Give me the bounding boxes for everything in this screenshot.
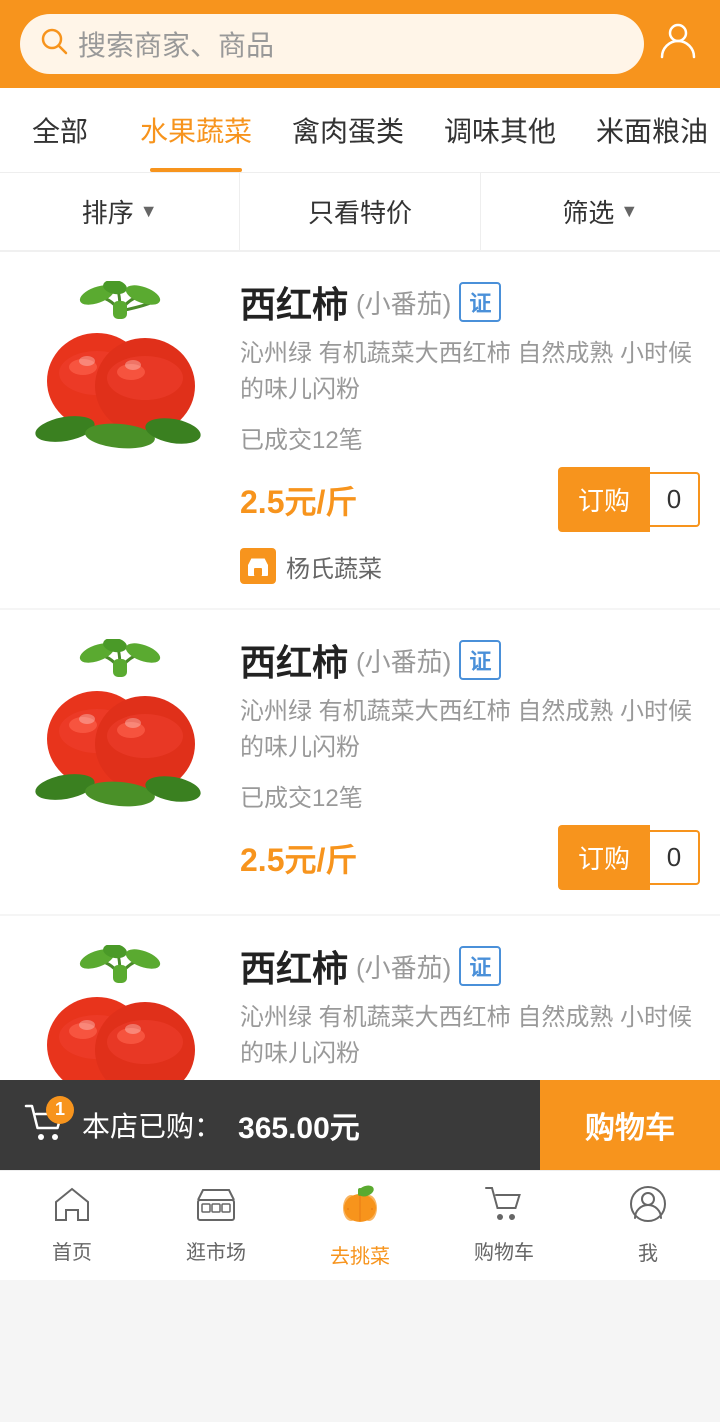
screen-label: 筛选: [562, 193, 614, 230]
store-icon-1: [240, 548, 276, 584]
cert-badge-2: 证: [459, 640, 501, 680]
screen-arrow-icon: ▼: [620, 201, 638, 222]
veggie-icon: [338, 1182, 382, 1236]
nav-home-label: 首页: [52, 1236, 92, 1265]
bottom-nav: 首页 逛市场: [0, 1170, 720, 1280]
product-image-2: [20, 634, 220, 814]
cart-button[interactable]: 购物车: [540, 1080, 720, 1170]
header: 搜索商家、商品: [0, 0, 720, 88]
buy-btn-group-1: 订购 0: [558, 467, 700, 532]
buy-qty-1: 0: [650, 472, 700, 527]
product-price-1: 2.5元/斤: [240, 477, 357, 523]
sort-arrow-icon: ▼: [140, 201, 158, 222]
store-row-1: 杨氏蔬菜: [240, 548, 700, 584]
filter-bar: 排序 ▼ 只看特价 筛选 ▼: [0, 173, 720, 252]
buy-button-2[interactable]: 订购: [558, 825, 650, 890]
product-name-1: 西红柿: [240, 276, 348, 328]
cart-bar: 1 本店已购： 365.00元 购物车: [0, 1080, 720, 1170]
product-desc-1: 沁州绿 有机蔬菜大西红柿 自然成熟 小时候的味儿闪粉: [240, 336, 700, 408]
search-icon: [40, 27, 68, 62]
cart-amount: 365.00元: [238, 1103, 360, 1147]
product-image-1: [20, 276, 220, 456]
nav-profile[interactable]: 我: [576, 1171, 720, 1280]
tab-meat-eggs[interactable]: 禽肉蛋类: [272, 88, 424, 172]
cert-badge-3: 证: [459, 946, 501, 986]
nav-profile-label: 我: [638, 1237, 658, 1266]
tab-all[interactable]: 全部: [0, 88, 120, 172]
product-title-1: 西红柿(小番茄) 证: [240, 276, 700, 328]
home-icon: [53, 1186, 91, 1232]
product-item-2: 西红柿(小番茄) 证 沁州绿 有机蔬菜大西红柿 自然成熟 小时候的味儿闪粉 已成…: [0, 610, 720, 914]
product-name-2: 西红柿: [240, 634, 348, 686]
product-sub-3: (小番茄): [356, 948, 451, 985]
screen-filter[interactable]: 筛选 ▼: [481, 173, 720, 250]
product-title-2: 西红柿(小番茄) 证: [240, 634, 700, 686]
product-desc-2: 沁州绿 有机蔬菜大西红柿 自然成熟 小时候的味儿闪粉: [240, 694, 700, 766]
product-desc-3: 沁州绿 有机蔬菜大西红柿 自然成熟 小时候的味儿闪粉: [240, 1000, 700, 1072]
tab-grains[interactable]: 米面粮油: [576, 88, 720, 172]
sort-label: 排序: [82, 193, 134, 230]
product-info-1: 西红柿(小番茄) 证 沁州绿 有机蔬菜大西红柿 自然成熟 小时候的味儿闪粉 已成…: [240, 276, 700, 584]
cert-badge-1: 证: [459, 282, 501, 322]
product-sales-2: 已成交12笔: [240, 778, 700, 813]
nav-market[interactable]: 逛市场: [144, 1171, 288, 1280]
buy-qty-2: 0: [650, 830, 700, 885]
product-price-row-1: 2.5元/斤 订购 0: [240, 467, 700, 532]
cart-nav-icon: [484, 1186, 524, 1232]
special-price-label: 只看特价: [308, 193, 412, 230]
market-icon: [196, 1186, 236, 1232]
search-bar[interactable]: 搜索商家、商品: [20, 14, 644, 74]
product-sub-2: (小番茄): [356, 642, 451, 679]
product-info-2: 西红柿(小番茄) 证 沁州绿 有机蔬菜大西红柿 自然成熟 小时候的味儿闪粉 已成…: [240, 634, 700, 890]
nav-cart-label: 购物车: [474, 1236, 534, 1265]
buy-btn-group-2: 订购 0: [558, 825, 700, 890]
search-placeholder: 搜索商家、商品: [78, 24, 274, 64]
nav-home[interactable]: 首页: [0, 1171, 144, 1280]
product-item-1: 西红柿(小番茄) 证 沁州绿 有机蔬菜大西红柿 自然成熟 小时候的味儿闪粉 已成…: [0, 252, 720, 608]
product-sales-1: 已成交12笔: [240, 420, 700, 455]
cart-icon-wrap: 1: [24, 1104, 66, 1147]
category-tabs: 全部 水果蔬菜 禽肉蛋类 调味其他 米面粮油: [0, 88, 720, 173]
product-price-2: 2.5元/斤: [240, 835, 357, 881]
tab-seasoning[interactable]: 调味其他: [424, 88, 576, 172]
product-price-row-2: 2.5元/斤 订购 0: [240, 825, 700, 890]
product-sub-1: (小番茄): [356, 284, 451, 321]
cart-text: 本店已购：: [82, 1105, 222, 1145]
product-title-3: 西红柿(小番茄) 证: [240, 940, 700, 992]
user-icon[interactable]: [656, 17, 700, 71]
nav-veggie-label: 去挑菜: [330, 1240, 390, 1269]
buy-button-1[interactable]: 订购: [558, 467, 650, 532]
special-price-filter[interactable]: 只看特价: [240, 173, 480, 250]
sort-filter[interactable]: 排序 ▼: [0, 173, 240, 250]
cart-badge: 1: [46, 1096, 74, 1124]
nav-cart[interactable]: 购物车: [432, 1171, 576, 1280]
cart-info: 1 本店已购： 365.00元: [0, 1080, 540, 1170]
tab-fruits-veggies[interactable]: 水果蔬菜: [120, 88, 272, 172]
store-name-1: 杨氏蔬菜: [286, 549, 382, 584]
profile-icon: [629, 1185, 667, 1233]
product-name-3: 西红柿: [240, 940, 348, 992]
nav-pick-veggies[interactable]: 去挑菜: [288, 1171, 432, 1280]
nav-market-label: 逛市场: [186, 1236, 246, 1265]
